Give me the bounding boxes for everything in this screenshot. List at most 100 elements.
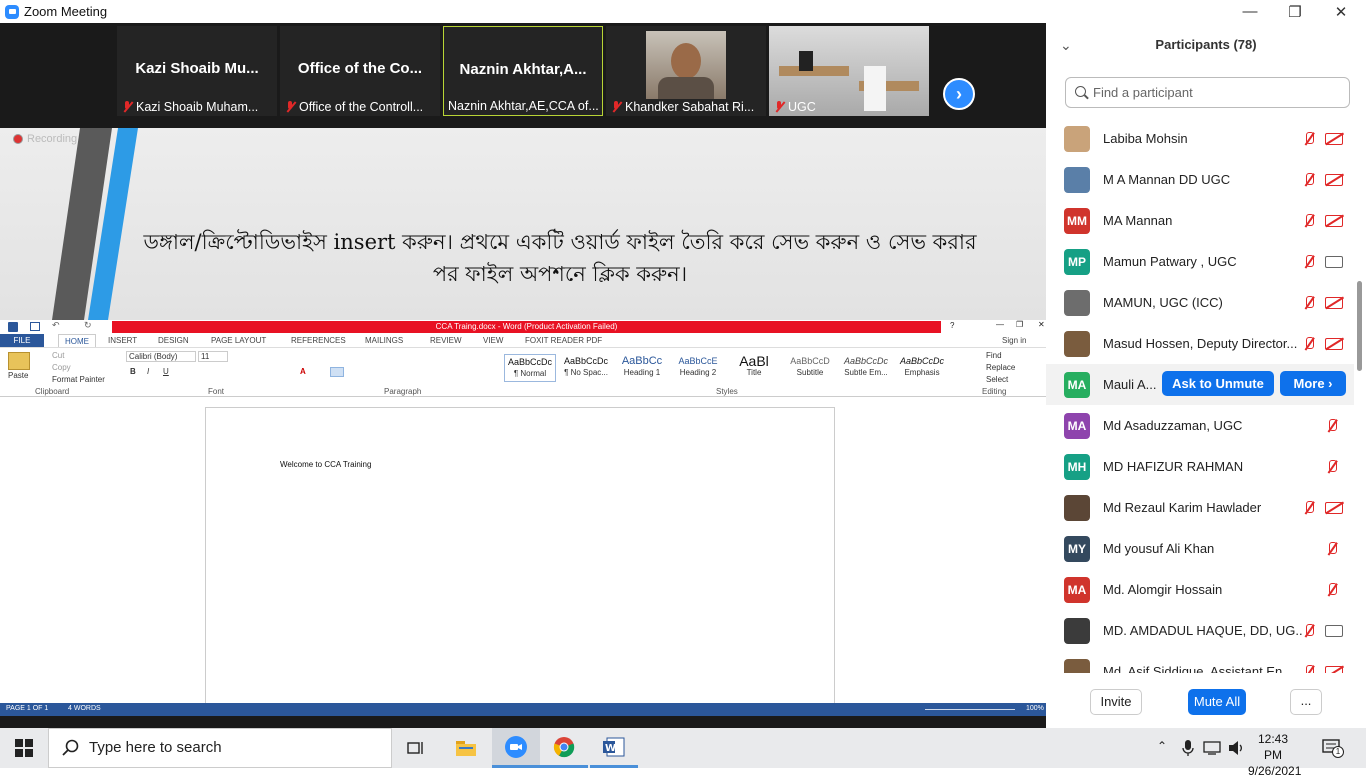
participant-row[interactable]: Md. Asif Siddique, Assistant En... bbox=[1046, 651, 1354, 673]
tab-file[interactable]: FILE bbox=[0, 334, 44, 347]
video-tile[interactable]: UGC bbox=[769, 26, 929, 116]
video-off-icon[interactable] bbox=[1325, 214, 1343, 227]
word-taskbar-button[interactable]: W bbox=[590, 728, 638, 768]
task-view-button[interactable] bbox=[392, 728, 440, 768]
muted-mic-icon[interactable] bbox=[1325, 582, 1339, 598]
video-camera-icon[interactable] bbox=[1325, 255, 1343, 268]
video-off-icon[interactable] bbox=[1325, 173, 1343, 186]
volume-icon[interactable] bbox=[1228, 740, 1246, 756]
participant-row[interactable]: MA Md. Alomgir Hossain bbox=[1046, 569, 1354, 610]
participant-row[interactable]: M A Mannan DD UGC bbox=[1046, 159, 1354, 200]
participant-row[interactable]: MA Md Asaduzzaman, UGC bbox=[1046, 405, 1354, 446]
file-explorer-button[interactable] bbox=[442, 728, 490, 768]
participant-row[interactable]: Masud Hossen, Deputy Director... bbox=[1046, 323, 1354, 364]
video-off-icon[interactable] bbox=[1325, 665, 1343, 673]
video-off-icon[interactable] bbox=[1325, 132, 1343, 145]
document-page[interactable]: Welcome to CCA Training bbox=[205, 407, 835, 716]
document-text[interactable]: Welcome to CCA Training bbox=[280, 460, 371, 469]
system-clock[interactable]: 12:43 PM 9/26/2021 bbox=[1248, 731, 1301, 779]
tab-references[interactable]: REFERENCES bbox=[291, 334, 346, 347]
participant-row[interactable]: MAMUN, UGC (ICC) bbox=[1046, 282, 1354, 323]
tab-insert[interactable]: INSERT bbox=[108, 334, 137, 347]
save-icon[interactable] bbox=[30, 322, 40, 331]
style-emphasis[interactable]: AaBbCcDc Emphasis bbox=[896, 354, 948, 382]
participant-row[interactable]: Md Rezaul Karim Hawlader bbox=[1046, 487, 1354, 528]
show-hidden-icons-button[interactable]: ⌃ bbox=[1157, 739, 1167, 753]
paste-button[interactable]: Paste bbox=[8, 371, 28, 380]
mute-all-button[interactable]: Mute All bbox=[1188, 689, 1246, 715]
action-center-button[interactable]: 1 bbox=[1322, 738, 1344, 758]
muted-mic-icon[interactable] bbox=[1302, 172, 1316, 188]
video-off-icon[interactable] bbox=[1325, 296, 1343, 309]
muted-mic-icon[interactable] bbox=[1325, 459, 1339, 475]
start-button[interactable] bbox=[0, 728, 48, 768]
participant-row[interactable]: MD. AMDADUL HAQUE, DD, UG... bbox=[1046, 610, 1354, 651]
next-page-button[interactable]: › bbox=[943, 78, 975, 110]
zoom-slider[interactable] bbox=[925, 709, 1015, 710]
italic-button[interactable]: I bbox=[147, 367, 149, 376]
video-off-icon[interactable] bbox=[1325, 337, 1343, 350]
word-close-button[interactable]: ✕ bbox=[1038, 320, 1045, 329]
muted-mic-icon[interactable] bbox=[1302, 623, 1316, 639]
participant-row[interactable]: MP Mamun Patwary , UGC bbox=[1046, 241, 1354, 282]
tab-mailings[interactable]: MAILINGS bbox=[365, 334, 403, 347]
video-off-icon[interactable] bbox=[1325, 501, 1343, 514]
video-tile[interactable]: Office of the Co... Office of the Contro… bbox=[280, 26, 440, 116]
find-button[interactable]: Find bbox=[986, 351, 1002, 360]
muted-mic-icon[interactable] bbox=[1302, 664, 1316, 673]
tab-design[interactable]: DESIGN bbox=[158, 334, 189, 347]
participant-search-input[interactable]: Find a participant bbox=[1065, 77, 1350, 108]
participant-list-scrollbar[interactable] bbox=[1357, 281, 1362, 371]
video-tile-active-speaker[interactable]: Naznin Akhtar,A... Naznin Akhtar,AE,CCA … bbox=[443, 26, 603, 116]
tab-view[interactable]: VIEW bbox=[483, 334, 503, 347]
close-button[interactable]: ✕ bbox=[1318, 0, 1364, 23]
help-button[interactable]: ? bbox=[950, 321, 954, 330]
participant-row[interactable]: MY Md yousuf Ali Khan bbox=[1046, 528, 1354, 569]
word-restore-button[interactable]: ❐ bbox=[1016, 320, 1023, 329]
muted-mic-icon[interactable] bbox=[1325, 418, 1339, 434]
video-tile[interactable]: Khandker Sabahat Ri... bbox=[606, 26, 766, 116]
copy-button[interactable]: Copy bbox=[52, 363, 71, 372]
participant-row[interactable]: MM MA Mannan bbox=[1046, 200, 1354, 241]
sign-in-link[interactable]: Sign in bbox=[1002, 334, 1026, 347]
network-icon[interactable] bbox=[1203, 740, 1221, 756]
muted-mic-icon[interactable] bbox=[1302, 213, 1316, 229]
muted-mic-icon[interactable] bbox=[1302, 254, 1316, 270]
tab-review[interactable]: REVIEW bbox=[430, 334, 462, 347]
video-tile[interactable]: Kazi Shoaib Mu... Kazi Shoaib Muham... bbox=[117, 26, 277, 116]
replace-button[interactable]: Replace bbox=[986, 363, 1015, 372]
font-color-button[interactable]: A bbox=[300, 367, 306, 376]
muted-mic-icon[interactable] bbox=[1302, 500, 1316, 516]
font-name-select[interactable]: Calibri (Body) bbox=[126, 351, 196, 362]
style-title[interactable]: AaBl Title bbox=[728, 354, 780, 382]
redo-icon[interactable]: ↻ bbox=[84, 320, 92, 331]
style-subtitle[interactable]: AaBbCcD Subtitle bbox=[784, 354, 836, 382]
muted-mic-icon[interactable] bbox=[1302, 131, 1316, 147]
chrome-taskbar-button[interactable] bbox=[540, 728, 588, 768]
style-no-spacing[interactable]: AaBbCcDc ¶ No Spac... bbox=[560, 354, 612, 382]
align-left-button[interactable] bbox=[330, 367, 344, 377]
tab-foxit-reader-pdf[interactable]: FOXIT READER PDF bbox=[525, 334, 602, 347]
participant-row[interactable]: Labiba Mohsin bbox=[1046, 118, 1354, 159]
invite-button[interactable]: Invite bbox=[1090, 689, 1142, 715]
tab-page-layout[interactable]: PAGE LAYOUT bbox=[211, 334, 266, 347]
more-options-button[interactable]: ... bbox=[1290, 689, 1322, 715]
cut-button[interactable]: Cut bbox=[52, 351, 64, 360]
taskbar-search-input[interactable]: Type here to search bbox=[48, 728, 392, 768]
select-button[interactable]: Select bbox=[986, 375, 1008, 384]
undo-icon[interactable]: ↶ bbox=[52, 320, 60, 331]
ask-to-unmute-button[interactable]: Ask to Unmute bbox=[1162, 371, 1274, 396]
style-normal[interactable]: AaBbCcDc ¶ Normal bbox=[504, 354, 556, 382]
microphone-icon[interactable] bbox=[1182, 740, 1194, 756]
bold-button[interactable]: B bbox=[130, 367, 136, 376]
participant-more-button[interactable]: More › bbox=[1280, 371, 1346, 396]
word-minimize-button[interactable]: — bbox=[996, 320, 1004, 329]
style-heading-1[interactable]: AaBbCc Heading 1 bbox=[616, 354, 668, 382]
muted-mic-icon[interactable] bbox=[1302, 295, 1316, 311]
zoom-taskbar-button[interactable] bbox=[492, 728, 540, 768]
video-camera-icon[interactable] bbox=[1325, 624, 1343, 637]
muted-mic-icon[interactable] bbox=[1302, 336, 1316, 352]
underline-button[interactable]: U bbox=[163, 367, 169, 376]
style-heading-2[interactable]: AaBbCcE Heading 2 bbox=[672, 354, 724, 382]
font-size-select[interactable]: 11 bbox=[198, 351, 228, 362]
